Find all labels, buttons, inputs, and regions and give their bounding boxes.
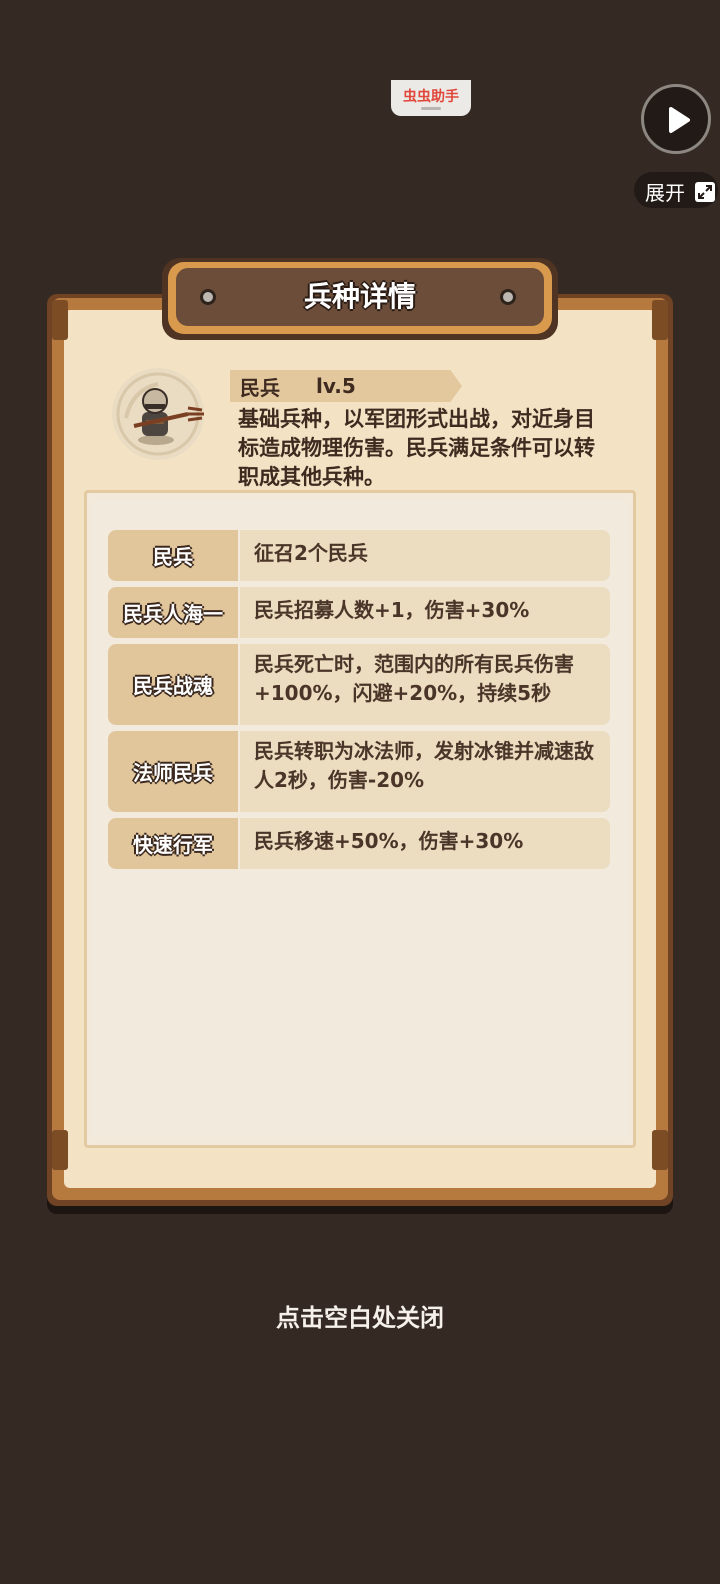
play-icon [669, 107, 690, 133]
frame-corner [52, 300, 68, 340]
skill-row: 民兵人海一 民兵招募人数+1，伤害+30% [108, 587, 610, 638]
skill-description: 民兵招募人数+1，伤害+30% [240, 587, 610, 638]
skill-row: 法师民兵 民兵转职为冰法师，发射冰锥并减速敌人2秒，伤害-20% [108, 731, 610, 812]
skill-row: 快速行军 民兵移速+50%，伤害+30% [108, 818, 610, 869]
unit-name: 民兵 [240, 376, 280, 400]
skill-description: 民兵死亡时，范围内的所有民兵伤害+100%，闪避+20%，持续5秒 [240, 644, 610, 725]
skill-name: 民兵 [108, 530, 238, 581]
skill-row: 民兵 征召2个民兵 [108, 530, 610, 581]
close-hint[interactable]: 点击空白处关闭 [0, 1298, 720, 1333]
skill-name: 民兵战魂 [108, 644, 238, 725]
play-button[interactable] [641, 84, 711, 154]
skill-description: 征召2个民兵 [240, 530, 610, 581]
skill-name: 快速行军 [108, 818, 238, 869]
skill-name: 民兵人海一 [108, 587, 238, 638]
unit-description: 基础兵种，以军团形式出战，对近身目标造成物理伤害。民兵满足条件可以转职成其他兵种… [238, 407, 595, 489]
skill-description: 民兵转职为冰法师，发射冰锥并减速敌人2秒，伤害-20% [240, 731, 610, 812]
expand-icon [695, 181, 716, 202]
panel-title: 兵种详情 [303, 280, 416, 313]
militia-soldier-icon [112, 368, 204, 460]
helper-label: 虫虫助手 [403, 89, 459, 105]
unit-level: lv.5 [316, 374, 356, 398]
expand-button[interactable]: 展开 [634, 172, 718, 208]
frame-corner [52, 1130, 68, 1170]
skill-name: 法师民兵 [108, 731, 238, 812]
helper-grip [421, 107, 441, 110]
frame-corner [652, 300, 668, 340]
expand-label: 展开 [645, 181, 685, 205]
skill-row: 民兵战魂 民兵死亡时，范围内的所有民兵伤害+100%，闪避+20%，持续5秒 [108, 644, 610, 725]
skill-description: 民兵移速+50%，伤害+30% [240, 818, 610, 869]
frame-corner [652, 1130, 668, 1170]
helper-tab[interactable]: 虫虫助手 [391, 80, 471, 116]
